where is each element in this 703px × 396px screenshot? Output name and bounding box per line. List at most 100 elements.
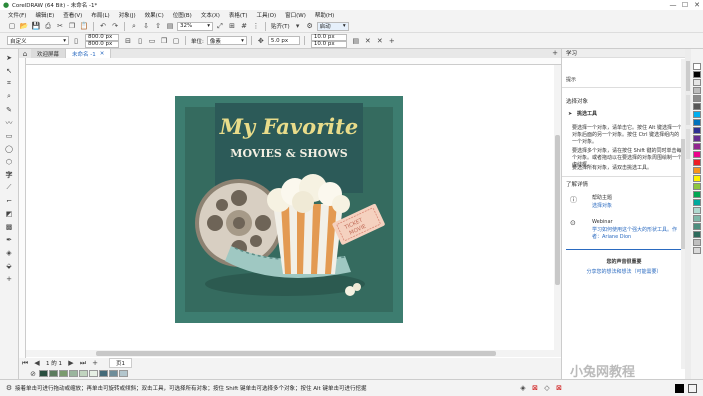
eyedropper-tool-icon[interactable]: ✒ <box>3 234 16 245</box>
palette-swatch[interactable] <box>693 151 701 158</box>
add-page-icon[interactable]: + <box>90 358 100 368</box>
menu-item[interactable]: 文本(X) <box>201 11 220 19</box>
docker-tab-label[interactable]: 提示 <box>566 77 576 84</box>
menu-item[interactable]: 布局(L) <box>91 11 109 19</box>
vertical-scrollbar[interactable] <box>554 65 561 350</box>
fill-swatch[interactable] <box>675 383 684 393</box>
maximize-icon[interactable]: ☐ <box>680 0 690 10</box>
page-options-icon[interactable]: ▤ <box>351 36 361 46</box>
parallel-dimension-icon[interactable]: ⟋ <box>3 182 16 193</box>
lock-ratio-icon[interactable]: ⊟ <box>123 36 133 46</box>
text-tool-icon[interactable]: 字 <box>3 169 16 180</box>
no-outline-icon[interactable]: ⊠ <box>554 383 564 393</box>
docker-side-tab[interactable] <box>686 61 690 91</box>
page-height-field[interactable]: 800.0 px <box>85 40 119 48</box>
help-topic-link[interactable]: 选择对象 <box>592 203 612 210</box>
pick-tool-icon[interactable]: ➤ <box>3 52 16 63</box>
palette-swatch[interactable] <box>693 87 701 94</box>
palette-swatch[interactable] <box>693 159 701 166</box>
outline-swatch[interactable] <box>688 383 697 393</box>
minimize-icon[interactable]: — <box>668 0 678 10</box>
menu-item[interactable]: 工具(O) <box>257 11 277 19</box>
ellipse-tool-icon[interactable]: ◯ <box>3 143 16 154</box>
connector-tool-icon[interactable]: ⌐ <box>3 195 16 206</box>
palette-swatch[interactable] <box>69 370 78 377</box>
redo-icon[interactable]: ↷ <box>110 21 120 31</box>
tab-document[interactable]: 未命名 -1 ✕ <box>66 49 112 58</box>
cut-icon[interactable]: ✂ <box>55 21 65 31</box>
interactive-fill-icon[interactable]: ◈ <box>3 247 16 258</box>
save-icon[interactable]: 💾 <box>31 21 41 31</box>
no-fill-icon[interactable]: ⊠ <box>530 383 540 393</box>
horizontal-scrollbar[interactable] <box>26 350 561 357</box>
palette-swatch[interactable] <box>693 143 701 150</box>
horizontal-ruler[interactable] <box>26 58 561 65</box>
docker-side-tab[interactable] <box>686 129 690 159</box>
palette-swatch[interactable] <box>693 111 701 118</box>
menu-item[interactable]: 查看(V) <box>63 11 82 19</box>
no-fill-icon[interactable]: ⊘ <box>28 369 38 379</box>
smart-fill-icon[interactable]: ⬙ <box>3 260 16 271</box>
artwork-page[interactable]: TICKET MOVIE My Favorite MOVIES & SHOWS <box>175 96 403 323</box>
add-icon[interactable]: + <box>387 36 397 46</box>
menu-item[interactable]: 位图(B) <box>173 11 192 19</box>
palette-swatch[interactable] <box>693 167 701 174</box>
palette-swatch[interactable] <box>693 183 701 190</box>
palette-swatch[interactable] <box>693 247 701 254</box>
snap-to-menu[interactable]: 贴齐(T) <box>271 22 290 30</box>
prev-page-icon[interactable]: ◀ <box>32 358 42 368</box>
crop-tool-icon[interactable]: ⌗ <box>3 78 16 89</box>
units-select[interactable]: 像素 ▾ <box>206 36 247 45</box>
palette-swatch[interactable] <box>693 63 701 70</box>
close-icon[interactable]: ✕ <box>692 0 702 10</box>
last-page-icon[interactable]: ⏭ <box>78 358 88 368</box>
show-rulers-icon[interactable]: ⊞ <box>227 21 237 31</box>
palette-swatch[interactable] <box>693 79 701 86</box>
outline-color-icon[interactable]: ◇ <box>542 383 552 393</box>
palette-swatch[interactable] <box>693 207 701 214</box>
palette-swatch[interactable] <box>39 370 48 377</box>
palette-swatch[interactable] <box>99 370 108 377</box>
menu-item[interactable]: 帮助(H) <box>315 11 334 19</box>
tab-welcome[interactable]: 欢迎屏幕 <box>31 49 67 58</box>
import-icon[interactable]: ⇩ <box>141 21 151 31</box>
drop-shadow-icon[interactable]: ◩ <box>3 208 16 219</box>
palette-swatch[interactable] <box>693 175 701 182</box>
add-tool-icon[interactable]: + <box>3 273 16 284</box>
palette-swatch[interactable] <box>693 71 701 78</box>
print-icon[interactable]: ⎙ <box>43 21 53 31</box>
portrait-icon[interactable]: ▯ <box>135 36 145 46</box>
paste-icon[interactable]: 📋 <box>79 21 89 31</box>
palette-swatch[interactable] <box>693 239 701 246</box>
open-icon[interactable]: 📂 <box>19 21 29 31</box>
current-page-icon[interactable]: ▢ <box>171 36 181 46</box>
palette-swatch[interactable] <box>693 103 701 110</box>
settings-icon[interactable]: ⚙ <box>305 21 315 31</box>
menu-item[interactable]: 编辑(E) <box>35 11 54 19</box>
rectangle-tool-icon[interactable]: ▭ <box>3 130 16 141</box>
palette-swatch[interactable] <box>693 135 701 142</box>
full-screen-icon[interactable]: ⤢ <box>215 21 225 31</box>
palette-swatch[interactable] <box>79 370 88 377</box>
nudge-field[interactable]: 5.0 px <box>267 36 300 45</box>
copy-icon[interactable]: ❐ <box>67 21 77 31</box>
publish-pdf-icon[interactable]: ▤ <box>165 21 175 31</box>
page-tab[interactable]: 页1 <box>109 358 132 368</box>
palette-swatch[interactable] <box>693 191 701 198</box>
launch-select[interactable]: 启动 ▾ <box>316 21 349 31</box>
palette-swatch[interactable] <box>119 370 128 377</box>
palette-swatch[interactable] <box>693 231 701 238</box>
transparency-tool-icon[interactable]: ▩ <box>3 221 16 232</box>
freehand-tool-icon[interactable]: ✎ <box>3 104 16 115</box>
zoom-select[interactable]: 32% ▾ <box>177 21 213 31</box>
feedback-link[interactable]: 分享您的想法和想法（可能需要） <box>562 269 686 276</box>
tab-close-icon[interactable]: ✕ <box>100 51 105 57</box>
palette-swatch[interactable] <box>59 370 68 377</box>
palette-swatch[interactable] <box>693 119 701 126</box>
polygon-tool-icon[interactable]: ⬡ <box>3 156 16 167</box>
export-icon[interactable]: ⇧ <box>153 21 163 31</box>
distribute-icon[interactable]: ✕ <box>375 36 385 46</box>
fill-color-icon[interactable]: ◈ <box>518 383 528 393</box>
menu-item[interactable]: 对象(J) <box>119 11 136 19</box>
palette-swatch[interactable] <box>693 127 701 134</box>
